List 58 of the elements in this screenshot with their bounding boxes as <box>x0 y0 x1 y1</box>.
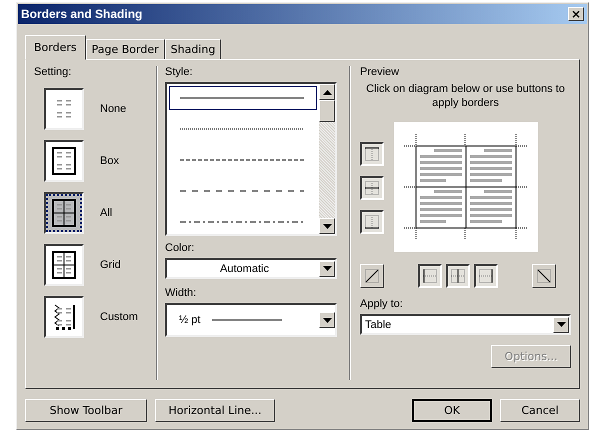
table-border-icon <box>51 250 77 280</box>
setting-button[interactable] <box>44 88 84 130</box>
setting-label: None <box>100 103 126 115</box>
preview-label: Preview <box>360 66 400 78</box>
border-toggle-button[interactable] <box>360 142 384 166</box>
down-arrow-icon <box>322 224 332 228</box>
border-toggle-button[interactable] <box>360 176 384 200</box>
tab[interactable]: Page Border <box>86 39 165 60</box>
line-style-option[interactable] <box>169 86 317 110</box>
border-icon <box>365 269 379 283</box>
color-dropdown[interactable]: Automatic <box>165 258 337 279</box>
width-dropdown[interactable]: ½ pt <box>165 303 337 337</box>
preview-instructions: Click on diagram below or use buttons to apply borders <box>365 82 566 110</box>
window-title: Borders and Shading <box>21 7 142 21</box>
dropdown-arrow-icon <box>322 318 332 322</box>
scroll-down-button[interactable] <box>319 218 335 234</box>
tab[interactable]: Shading <box>164 39 222 60</box>
setting-button[interactable] <box>44 296 84 338</box>
border-icon <box>479 269 493 283</box>
dialog-button[interactable]: Horizontal Line... <box>155 399 275 422</box>
dialog-button[interactable]: OK <box>412 399 492 422</box>
apply-to-label: Apply to: <box>360 298 404 310</box>
border-icon <box>537 269 551 283</box>
tab[interactable]: Borders <box>25 35 86 60</box>
setting-label: Box <box>100 155 119 167</box>
color-label: Color: <box>165 242 196 254</box>
close-button[interactable]: × <box>568 7 584 21</box>
border-icon <box>423 269 437 283</box>
border-icon <box>365 147 379 161</box>
style-label: Style: <box>165 66 194 78</box>
table-border-icon <box>51 198 77 228</box>
setting-button[interactable] <box>44 192 84 234</box>
setting-button[interactable] <box>44 140 84 182</box>
border-icon <box>451 269 465 283</box>
line-width-sample <box>212 318 282 322</box>
dropdown-arrow-icon <box>322 266 332 271</box>
scroll-up-button[interactable] <box>319 84 335 100</box>
setting-label: All <box>100 207 112 219</box>
up-arrow-icon <box>322 90 332 94</box>
table-preview-drawing[interactable] <box>394 122 538 252</box>
dropdown-arrow-icon <box>556 322 566 327</box>
border-toggle-button[interactable] <box>418 264 442 288</box>
table-border-icon <box>51 146 77 176</box>
setting-label: Custom <box>100 311 138 323</box>
dialog-button[interactable]: Show Toolbar <box>25 399 147 422</box>
setting-label: Grid <box>100 259 121 271</box>
border-toggle-button[interactable] <box>360 210 384 234</box>
setting-button[interactable] <box>44 244 84 286</box>
scroll-thumb[interactable] <box>319 100 335 122</box>
border-icon <box>365 215 379 229</box>
border-toggle-button[interactable] <box>446 264 470 288</box>
border-toggle-button[interactable] <box>474 264 498 288</box>
apply-to-dropdown[interactable]: Table <box>360 314 571 335</box>
dialog-button[interactable]: Cancel <box>500 399 580 422</box>
width-label: Width: <box>165 287 198 299</box>
scrollbar[interactable] <box>319 84 335 234</box>
setting-label: Setting: <box>34 66 72 78</box>
border-icon <box>365 181 379 195</box>
